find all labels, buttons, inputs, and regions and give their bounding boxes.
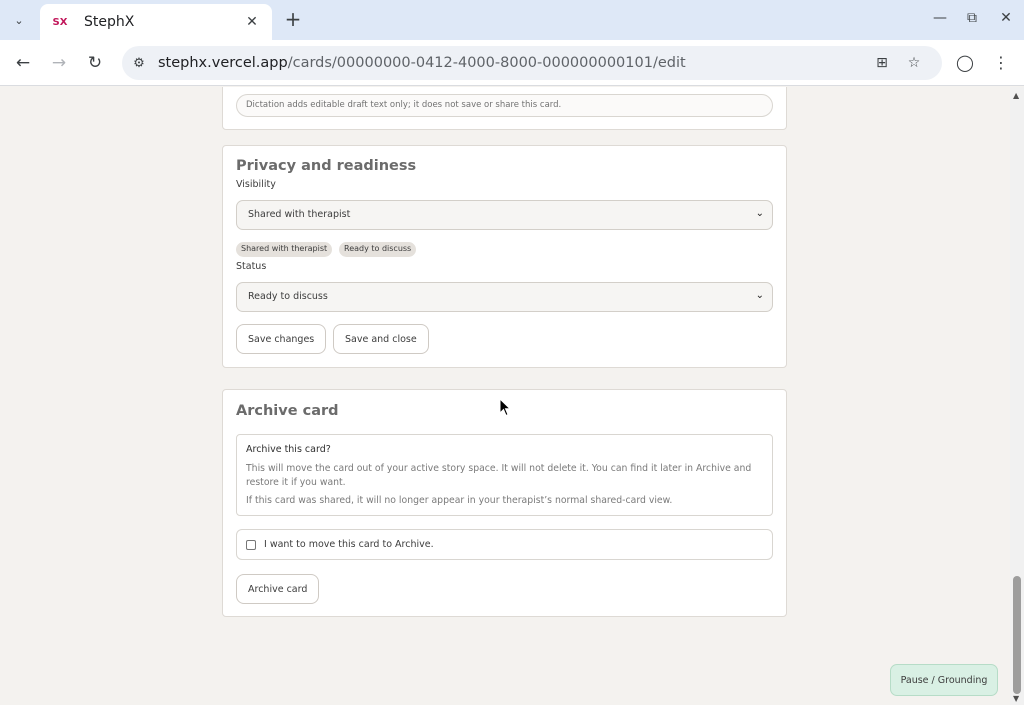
archive-section-title: Archive card — [236, 403, 339, 419]
archive-info-box: Archive this card? This will move the ca… — [236, 434, 773, 516]
url-text: stephx.vercel.app/cards/00000000-0412-40… — [158, 55, 686, 71]
address-bar[interactable]: ⚙ stephx.vercel.app/cards/00000000-0412-… — [122, 46, 942, 80]
forward-arrow-icon[interactable]: → — [47, 51, 71, 75]
pause-grounding-button[interactable]: Pause / Grounding — [890, 664, 998, 696]
archive-card-button[interactable]: Archive card — [236, 574, 320, 604]
chevron-down-icon: ⌄ — [755, 208, 764, 219]
site-favicon-icon: SX — [52, 16, 68, 28]
back-arrow-icon[interactable]: ← — [11, 51, 35, 75]
archive-confirm-label[interactable]: I want to move this card to Archive. — [264, 539, 434, 550]
page-scrollbar[interactable]: ▲ ▼ — [1010, 87, 1024, 705]
status-chip: Ready to discuss — [339, 242, 417, 257]
profile-avatar-icon[interactable]: ◯ — [953, 51, 977, 75]
dictation-card: Dictation adds editable draft text only;… — [222, 87, 787, 130]
visibility-label: Visibility — [236, 179, 276, 190]
save-and-close-button[interactable]: Save and close — [333, 324, 429, 354]
archive-question: Archive this card? — [246, 444, 331, 455]
privacy-section-title: Privacy and readiness — [236, 158, 417, 174]
dictation-note: Dictation adds editable draft text only;… — [236, 94, 773, 117]
browser-tab[interactable]: SX StephX ✕ — [40, 4, 272, 40]
tab-close-icon[interactable]: ✕ — [244, 14, 260, 30]
url-path: /cards/00000000-0412-4000-8000-000000000… — [287, 55, 686, 71]
new-tab-plus-icon[interactable]: + — [282, 9, 304, 31]
url-host: stephx.vercel.app — [158, 55, 288, 71]
scroll-up-arrow-icon[interactable]: ▲ — [1013, 91, 1019, 100]
save-changes-button[interactable]: Save changes — [236, 324, 327, 354]
archive-confirm-row[interactable]: I want to move this card to Archive. — [236, 529, 773, 560]
browser-toolbar: ← → ↻ ⚙ stephx.vercel.app/cards/00000000… — [0, 40, 1024, 86]
browser-tab-bar: ⌄ SX StephX ✕ + — ⧉ ✕ — [0, 0, 1024, 40]
archive-card: Archive card Archive this card? This wil… — [222, 389, 787, 617]
visibility-select-value: Shared with therapist — [248, 209, 351, 220]
scroll-down-arrow-icon[interactable]: ▼ — [1013, 694, 1019, 703]
tab-search-chevron-icon[interactable]: ⌄ — [8, 9, 30, 31]
bookmark-star-icon[interactable]: ☆ — [904, 53, 924, 73]
window-close-icon[interactable]: ✕ — [996, 10, 1016, 26]
site-info-tune-icon[interactable]: ⚙ — [124, 48, 154, 78]
status-label: Status — [236, 261, 267, 272]
install-app-icon[interactable]: ⊞ — [872, 53, 892, 73]
archive-description: This will move the card out of your acti… — [246, 463, 752, 488]
window-minimize-icon[interactable]: — — [930, 10, 950, 26]
tab-title: StephX — [84, 14, 135, 30]
visibility-chip: Shared with therapist — [236, 242, 333, 257]
visibility-select[interactable]: Shared with therapist ⌄ — [236, 200, 773, 230]
chevron-down-icon: ⌄ — [755, 290, 764, 301]
reload-icon[interactable]: ↻ — [83, 51, 107, 75]
privacy-card: Privacy and readiness Visibility Shared … — [222, 145, 787, 368]
window-restore-icon[interactable]: ⧉ — [962, 10, 982, 26]
status-select[interactable]: Ready to discuss ⌄ — [236, 282, 773, 312]
archive-shared-note: If this card was shared, it will no long… — [246, 495, 673, 506]
scrollbar-thumb[interactable] — [1013, 576, 1021, 694]
status-select-value: Ready to discuss — [248, 291, 328, 302]
archive-confirm-checkbox[interactable] — [246, 539, 256, 550]
mouse-cursor-icon — [499, 398, 511, 417]
page-viewport: Dictation adds editable draft text only;… — [0, 87, 1010, 705]
browser-menu-icon[interactable]: ⋮ — [989, 51, 1013, 75]
